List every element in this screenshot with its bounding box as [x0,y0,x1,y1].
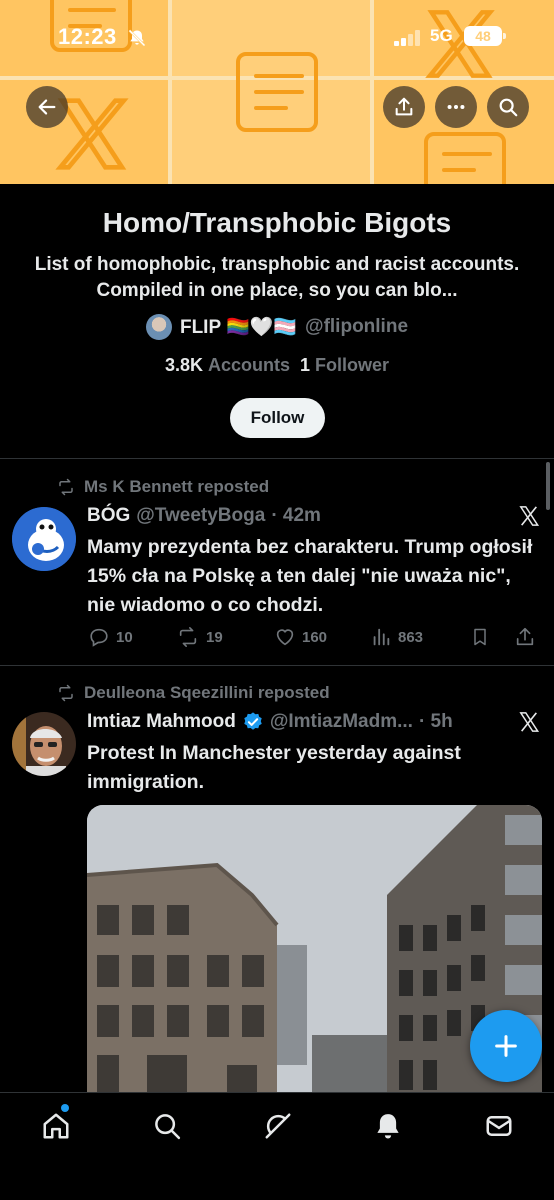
share-button[interactable] [514,626,536,648]
repost-label: Ms K Bennett reposted [84,477,270,496]
status-bar: 12:23 5G 48 [0,24,554,54]
divider [0,665,554,666]
x-logo-icon [519,712,540,732]
followers-count: 1 [300,355,311,375]
accounts-count: 3.8K [164,355,203,375]
accounts-stat[interactable]: 3.8K Accounts [165,355,290,375]
reply-button[interactable]: 10 [88,626,176,648]
author-name[interactable]: Imtiaz Mahmood [87,711,236,733]
list-title: Homo/Transphobic Bigots [102,207,452,238]
status-time: 12:23 [58,24,117,49]
author-handle[interactable]: @ImtiazMadm... [270,711,413,733]
followers-stat[interactable]: 1 Follower [300,355,389,375]
list-description: List of homophobic, transphobic and raci… [34,254,520,301]
more-button[interactable] [435,86,477,128]
views-button[interactable]: 863 [370,626,470,648]
repost-button[interactable]: 19 [176,626,274,648]
owner-avatar[interactable] [145,314,172,340]
verified-badge-icon [244,712,262,730]
avatar-image [12,507,76,571]
bookmark-button[interactable] [470,626,514,648]
document-icon [424,132,506,184]
repost-icon [59,684,73,702]
home-icon[interactable] [41,1111,71,1141]
search-icon [499,98,518,117]
tweet-text: Protest In Manchester yesterday against … [87,742,461,793]
accounts-label: Accounts [207,355,290,375]
repost-context[interactable]: Ms K Bennett reposted [56,477,269,497]
tweet-header: BÓG @TweetyBoga · 42m [87,505,321,527]
bell-off-icon [128,29,146,47]
share-button[interactable] [383,86,425,128]
notifications-icon[interactable] [373,1111,403,1141]
compose-button[interactable] [470,1010,542,1082]
bottom-tab-bar [0,1092,554,1200]
avatar[interactable] [12,712,76,776]
signal-icon [394,30,420,46]
owner-name: FLIP 🏳️‍🌈🤍🏳️‍⚧️ [179,317,298,338]
list-stats: 3.8K Accounts 1 Follower [0,355,554,376]
search-button[interactable] [487,86,529,128]
repost-label: Deulleona Sqeezillini reposted [84,683,330,702]
arrow-left-icon [38,99,56,115]
grok-icon[interactable] [263,1111,293,1141]
tweet-time: · 5h [418,711,453,732]
repost-icon [59,478,73,496]
avatar-image [12,712,76,776]
follow-button[interactable]: Follow [230,398,325,438]
divider [0,458,554,459]
author-name[interactable]: BÓG [87,505,130,527]
like-button[interactable]: 160 [274,626,370,648]
tweet-header: Imtiaz Mahmood @ImtiazMadm... · 5h [87,711,453,733]
more-icon [447,104,465,110]
unread-indicator [61,1104,69,1112]
followers-label: Follower [315,355,390,375]
search-icon[interactable] [152,1111,182,1141]
tweet-actions: 10 19 160 863 [88,626,542,648]
network-type: 5G [430,26,453,45]
back-button[interactable] [26,86,68,128]
bookmark-icon [474,628,486,646]
document-icon [236,52,318,132]
views-count: 863 [398,628,424,646]
repost-count: 19 [206,628,223,646]
avatar[interactable] [12,507,76,571]
list-banner: 12:23 5G 48 [0,0,554,184]
repost-context[interactable]: Deulleona Sqeezillini reposted [56,683,330,703]
author-handle[interactable]: @TweetyBoga [136,505,265,527]
battery-indicator: 48 [464,26,506,46]
tweet-text: Mamy prezydenta bez charakteru. Trump og… [87,536,533,616]
reply-count: 10 [116,628,133,646]
x-logo-icon [519,506,540,526]
reply-icon [90,628,108,647]
heart-icon [276,629,294,646]
list-owner[interactable]: FLIP 🏳️‍🌈🤍🏳️‍⚧️ @fliponline [0,314,554,340]
plus-icon [495,1035,517,1057]
scrollbar[interactable] [546,462,550,510]
share-icon [395,97,413,116]
like-count: 160 [302,628,328,646]
share-icon [516,627,534,646]
repost-icon [179,627,197,647]
views-icon [373,628,390,646]
tweet-time: · 42m [271,505,321,526]
messages-icon[interactable] [484,1111,514,1141]
owner-handle: @fliponline [305,316,409,337]
